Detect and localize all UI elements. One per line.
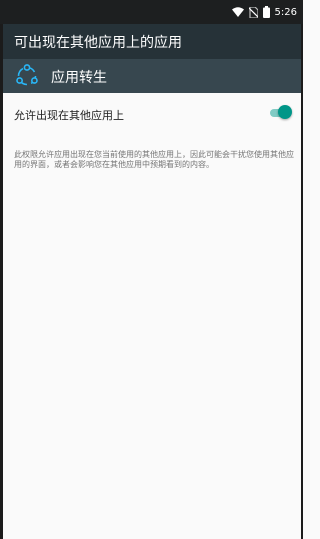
status-time: 5:26 bbox=[274, 6, 297, 18]
battery-icon bbox=[262, 6, 270, 18]
no-sim-icon bbox=[248, 6, 258, 18]
share-icon bbox=[16, 64, 38, 86]
page-title: 可出现在其他应用上的应用 bbox=[14, 35, 182, 51]
switch-thumb bbox=[278, 105, 292, 119]
content-area: 允许出现在其他应用上 此权限允许应用出现在您当前使用的其他应用上，因此可能会干扰… bbox=[3, 93, 301, 539]
app-name: 应用转生 bbox=[51, 70, 107, 86]
overlay-permission-row[interactable]: 允许出现在其他应用上 bbox=[3, 93, 301, 133]
app-header: 应用转生 bbox=[3, 59, 301, 93]
status-bar: 5:26 bbox=[0, 0, 303, 24]
right-frame-edge bbox=[301, 0, 303, 539]
status-icons: 5:26 bbox=[231, 4, 297, 20]
toolbar: 可出现在其他应用上的应用 bbox=[3, 24, 301, 59]
permission-description: 此权限允许应用出现在您当前使用的其他应用上，因此可能会干扰您使用其他应用的界面，… bbox=[14, 150, 294, 169]
overlay-permission-switch[interactable] bbox=[270, 104, 292, 122]
overlay-permission-label: 允许出现在其他应用上 bbox=[14, 109, 124, 122]
wifi-icon bbox=[231, 7, 244, 17]
